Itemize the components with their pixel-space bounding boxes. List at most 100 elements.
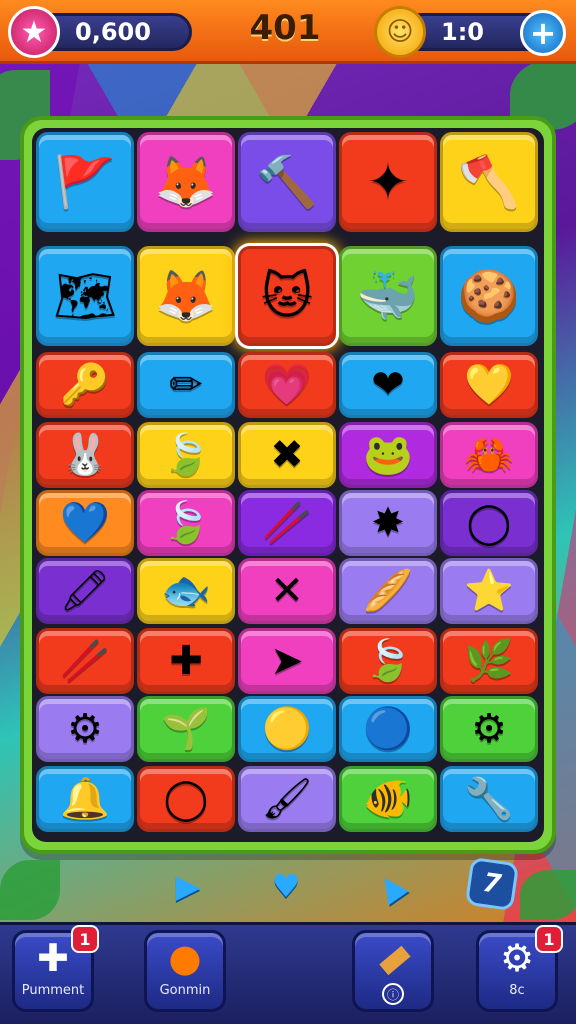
golden-hammer-icon: 🔨 (255, 153, 319, 211)
tile-blue-cat-crossbones[interactable]: 🐱 (238, 246, 336, 346)
fork-brush-icon: 🖌 (261, 776, 313, 822)
tile-pink-fox[interactable]: 🦊 (137, 132, 235, 232)
tile-pencil[interactable]: ✏ (137, 352, 235, 418)
tile-red-heart[interactable]: ❤ (339, 352, 437, 418)
green-leaf-icon: 🍃 (161, 432, 211, 478)
cookie-shield-icon: 🍪 (457, 267, 521, 325)
tile-teal-leaf[interactable]: 🌿 (440, 628, 538, 694)
booster-puzzle-button[interactable]: ✚ Pumment 1 (12, 925, 99, 1012)
red-plant-icon: 🌱 (161, 706, 211, 752)
booster-label: 8c (509, 983, 525, 998)
tile-blue-bunny[interactable]: 🐰 (36, 422, 134, 488)
tile-golden-bell[interactable]: 🔔 (36, 766, 134, 832)
blue-ring-icon: ◯ (163, 776, 209, 822)
orange-ball-icon: ● (168, 936, 202, 980)
silver-tool-icon: 🔧 (464, 776, 514, 822)
tile-fork-brush[interactable]: 🖌 (238, 766, 336, 832)
bread-stick-icon: 🥖 (363, 568, 413, 614)
tile-green-shuriken[interactable]: ✦ (339, 132, 437, 232)
tile-green-cross[interactable]: ✚ (137, 628, 235, 694)
tile-orange-ring[interactable]: ◯ (440, 490, 538, 556)
tile-blue-starfish[interactable]: ⭐ (440, 558, 538, 624)
tile-green-leaf[interactable]: 🍃 (339, 628, 437, 694)
tile-purple-x[interactable]: ✕ (238, 558, 336, 624)
green-shuriken-icon: ✦ (367, 153, 409, 211)
silver-axe-icon: 🪓 (457, 153, 521, 211)
moves-value: 7 (480, 867, 504, 901)
settings-button[interactable]: ⚙ 8c 1 (476, 925, 563, 1012)
yellow-blob-icon: 🟡 (262, 706, 312, 752)
tile-yellow-blob[interactable]: 🟡 (238, 696, 336, 762)
blue-heart-icon: 💙 (60, 500, 110, 546)
tile-orange-star[interactable]: ✸ (339, 490, 437, 556)
purple-x-icon: ✕ (270, 568, 304, 614)
pink-whale-icon: 🐳 (356, 267, 420, 325)
yellow-drop-icon: 💛 (464, 362, 514, 408)
tile-silver-tool[interactable]: 🔧 (440, 766, 538, 832)
moves-counter: 7 (464, 856, 520, 912)
tile-teal-crab[interactable]: 🦀 (440, 422, 538, 488)
score-value: 0,600 (75, 18, 151, 46)
teal-crab-icon: 🦀 (464, 432, 514, 478)
tile-red-plant[interactable]: 🌱 (137, 696, 235, 762)
red-fish-icon: 🐟 (161, 568, 211, 614)
tile-bread-stick[interactable]: 🥖 (339, 558, 437, 624)
tile-silver-axe[interactable]: 🪓 (440, 132, 538, 232)
tile-leaf[interactable]: 🍃 (137, 490, 235, 556)
level-number: 401 (249, 8, 321, 48)
tile-orange-stick[interactable]: 🥢 (238, 490, 336, 556)
tile-orange-gear[interactable]: ⚙ (36, 696, 134, 762)
booster-telescope-button[interactable]: ▬ ⓘ (352, 930, 434, 1012)
flag-chest-icon: 🚩 (53, 153, 117, 211)
blue-cat-crossbones-icon: 🐱 (260, 267, 314, 325)
blue-bunny-icon: 🐰 (60, 432, 110, 478)
tile-orange-fish[interactable]: 🐠 (339, 766, 437, 832)
golden-bell-icon: 🔔 (60, 776, 110, 822)
heart-slider-icon: 💗 (262, 362, 312, 408)
orange-fox-icon: 🦊 (154, 267, 218, 325)
tile-green-frog[interactable]: 🐸 (339, 422, 437, 488)
star-icon[interactable]: ★ (8, 6, 60, 58)
tile-treasure-map[interactable]: 🗺 (36, 246, 134, 346)
booster-ball-button[interactable]: ● Gonmin (144, 930, 226, 1012)
top-status-bar: 0,600 ★ 401 1:0 ☺ + (0, 0, 576, 64)
wood-cross-icon: ✖ (270, 432, 304, 478)
tile-pink-whale[interactable]: 🐳 (339, 246, 437, 346)
tile-golden-hammer[interactable]: 🔨 (238, 132, 336, 232)
tile-cookie-shield[interactable]: 🍪 (440, 246, 538, 346)
tile-red-crayon[interactable]: 🖍 (36, 558, 134, 624)
yellow-gear-icon: ⚙ (471, 706, 507, 752)
tile-yellow-drop[interactable]: 💛 (440, 352, 538, 418)
pink-fox-icon: 🦊 (154, 153, 218, 211)
green-leaf-icon: 🍃 (363, 638, 413, 684)
orange-stick-icon: 🥢 (262, 500, 312, 546)
coin-value: 1:0 (441, 18, 484, 46)
tile-blue-arrow[interactable]: ➤ (238, 628, 336, 694)
orange-ring-icon: ◯ (466, 500, 512, 546)
tile-wood-cross[interactable]: ✖ (238, 422, 336, 488)
tile-key[interactable]: 🔑 (36, 352, 134, 418)
tile-blue-ring[interactable]: ◯ (137, 766, 235, 832)
tile-grid: 🚩 🦊 🔨 ✦ 🪓 🗺 🦊 🐱 🐳 🍪 🔑 ✏ 💗 ❤ 💛 🐰 🍃 ✖ 🐸 🦀 💙 🍃 🥢 ✸ ◯ 🖍 🐟 ✕ 🥖 ⭐ 🥢 ✚ ➤ 🍃 🌿 ⚙ 🌱 🟡 🔵 ⚙… (32, 128, 544, 842)
tile-blue-heart[interactable]: 💙 (36, 490, 134, 556)
tile-flag-chest[interactable]: 🚩 (36, 132, 134, 232)
red-crayon-icon: 🖍 (59, 568, 111, 614)
booster-label: Gonmin (159, 983, 211, 998)
tile-green-leaf[interactable]: 🍃 (137, 422, 235, 488)
yellow-bar-icon: 🥢 (60, 638, 110, 684)
green-frog-icon: 🐸 (363, 432, 413, 478)
tile-red-fish[interactable]: 🐟 (137, 558, 235, 624)
jungle-leaf-decoration (0, 860, 60, 920)
hint-arrow-right-icon: ▶ (175, 867, 201, 905)
tile-orange-fox[interactable]: 🦊 (137, 246, 235, 346)
booster-count-badge: 1 (71, 925, 99, 953)
teal-leaf-icon: 🌿 (464, 638, 514, 684)
tile-yellow-gear[interactable]: ⚙ (440, 696, 538, 762)
tile-yellow-bar[interactable]: 🥢 (36, 628, 134, 694)
tile-heart-slider[interactable]: 💗 (238, 352, 336, 418)
jungle-leaf-decoration (520, 870, 576, 920)
add-coins-button[interactable]: + (520, 10, 566, 56)
coin-icon: ☺ (374, 6, 426, 58)
tile-blue-orb[interactable]: 🔵 (339, 696, 437, 762)
key-icon: 🔑 (60, 362, 110, 408)
